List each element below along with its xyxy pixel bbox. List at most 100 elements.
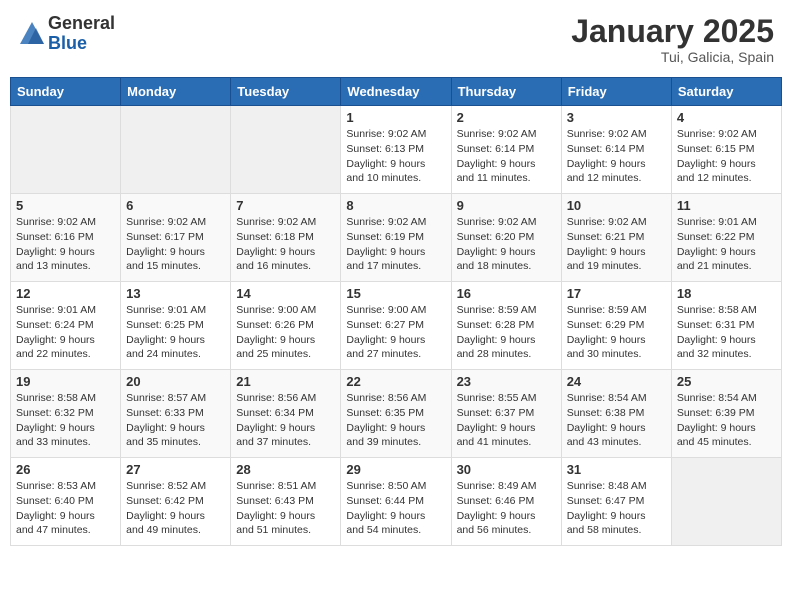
calendar-cell: 13 Sunrise: 9:01 AM Sunset: 6:25 PM Dayli… — [121, 282, 231, 370]
day-number: 23 — [457, 374, 556, 389]
logo-blue-text: Blue — [48, 34, 115, 54]
day-info: Sunrise: 9:02 AM Sunset: 6:20 PM Dayligh… — [457, 215, 556, 274]
day-info: Sunrise: 9:02 AM Sunset: 6:14 PM Dayligh… — [457, 127, 556, 186]
day-number: 31 — [567, 462, 666, 477]
day-number: 5 — [16, 198, 115, 213]
calendar-cell: 2 Sunrise: 9:02 AM Sunset: 6:14 PM Daylig… — [451, 106, 561, 194]
calendar-week-row: 5 Sunrise: 9:02 AM Sunset: 6:16 PM Daylig… — [11, 194, 782, 282]
calendar-cell: 17 Sunrise: 8:59 AM Sunset: 6:29 PM Dayli… — [561, 282, 671, 370]
calendar-cell: 16 Sunrise: 8:59 AM Sunset: 6:28 PM Dayli… — [451, 282, 561, 370]
day-info: Sunrise: 9:02 AM Sunset: 6:21 PM Dayligh… — [567, 215, 666, 274]
calendar-cell: 18 Sunrise: 8:58 AM Sunset: 6:31 PM Dayli… — [671, 282, 781, 370]
day-number: 13 — [126, 286, 225, 301]
calendar-cell: 4 Sunrise: 9:02 AM Sunset: 6:15 PM Daylig… — [671, 106, 781, 194]
calendar-cell: 22 Sunrise: 8:56 AM Sunset: 6:35 PM Dayli… — [341, 370, 451, 458]
day-info: Sunrise: 9:02 AM Sunset: 6:14 PM Dayligh… — [567, 127, 666, 186]
day-number: 1 — [346, 110, 445, 125]
day-number: 30 — [457, 462, 556, 477]
day-info: Sunrise: 8:50 AM Sunset: 6:44 PM Dayligh… — [346, 479, 445, 538]
day-number: 10 — [567, 198, 666, 213]
calendar-cell — [11, 106, 121, 194]
month-title: January 2025 — [571, 14, 774, 49]
day-info: Sunrise: 9:01 AM Sunset: 6:24 PM Dayligh… — [16, 303, 115, 362]
calendar-cell — [121, 106, 231, 194]
day-info: Sunrise: 8:53 AM Sunset: 6:40 PM Dayligh… — [16, 479, 115, 538]
calendar-week-row: 19 Sunrise: 8:58 AM Sunset: 6:32 PM Dayli… — [11, 370, 782, 458]
day-info: Sunrise: 9:01 AM Sunset: 6:25 PM Dayligh… — [126, 303, 225, 362]
calendar-cell: 20 Sunrise: 8:57 AM Sunset: 6:33 PM Dayli… — [121, 370, 231, 458]
weekday-header-tuesday: Tuesday — [231, 78, 341, 106]
calendar-cell: 26 Sunrise: 8:53 AM Sunset: 6:40 PM Dayli… — [11, 458, 121, 546]
logo-icon — [18, 20, 46, 48]
day-info: Sunrise: 8:59 AM Sunset: 6:29 PM Dayligh… — [567, 303, 666, 362]
day-number: 2 — [457, 110, 556, 125]
day-info: Sunrise: 8:58 AM Sunset: 6:31 PM Dayligh… — [677, 303, 776, 362]
weekday-header-friday: Friday — [561, 78, 671, 106]
day-info: Sunrise: 8:56 AM Sunset: 6:35 PM Dayligh… — [346, 391, 445, 450]
day-info: Sunrise: 9:01 AM Sunset: 6:22 PM Dayligh… — [677, 215, 776, 274]
day-number: 22 — [346, 374, 445, 389]
day-number: 3 — [567, 110, 666, 125]
day-info: Sunrise: 8:57 AM Sunset: 6:33 PM Dayligh… — [126, 391, 225, 450]
day-number: 12 — [16, 286, 115, 301]
day-number: 25 — [677, 374, 776, 389]
day-number: 29 — [346, 462, 445, 477]
day-number: 18 — [677, 286, 776, 301]
day-number: 4 — [677, 110, 776, 125]
day-info: Sunrise: 8:49 AM Sunset: 6:46 PM Dayligh… — [457, 479, 556, 538]
calendar-cell: 30 Sunrise: 8:49 AM Sunset: 6:46 PM Dayli… — [451, 458, 561, 546]
calendar-cell: 15 Sunrise: 9:00 AM Sunset: 6:27 PM Dayli… — [341, 282, 451, 370]
location-text: Tui, Galicia, Spain — [571, 49, 774, 65]
day-info: Sunrise: 9:02 AM Sunset: 6:15 PM Dayligh… — [677, 127, 776, 186]
day-info: Sunrise: 9:02 AM Sunset: 6:18 PM Dayligh… — [236, 215, 335, 274]
calendar-cell — [231, 106, 341, 194]
calendar-cell: 31 Sunrise: 8:48 AM Sunset: 6:47 PM Dayli… — [561, 458, 671, 546]
calendar-cell: 9 Sunrise: 9:02 AM Sunset: 6:20 PM Daylig… — [451, 194, 561, 282]
calendar-cell: 14 Sunrise: 9:00 AM Sunset: 6:26 PM Dayli… — [231, 282, 341, 370]
logo: General Blue — [18, 14, 115, 54]
day-number: 19 — [16, 374, 115, 389]
day-number: 15 — [346, 286, 445, 301]
calendar-cell: 25Sunrise: 8:54 AM Sunset: 6:39 PM Dayli… — [671, 370, 781, 458]
day-number: 6 — [126, 198, 225, 213]
weekday-header-wednesday: Wednesday — [341, 78, 451, 106]
weekday-header-sunday: Sunday — [11, 78, 121, 106]
day-number: 21 — [236, 374, 335, 389]
day-info: Sunrise: 9:02 AM Sunset: 6:17 PM Dayligh… — [126, 215, 225, 274]
calendar-cell: 6 Sunrise: 9:02 AM Sunset: 6:17 PM Daylig… — [121, 194, 231, 282]
day-number: 9 — [457, 198, 556, 213]
day-info: Sunrise: 8:52 AM Sunset: 6:42 PM Dayligh… — [126, 479, 225, 538]
calendar-cell: 8Sunrise: 9:02 AM Sunset: 6:19 PM Daylig… — [341, 194, 451, 282]
day-number: 26 — [16, 462, 115, 477]
calendar-cell: 10 Sunrise: 9:02 AM Sunset: 6:21 PM Dayli… — [561, 194, 671, 282]
day-number: 16 — [457, 286, 556, 301]
calendar-week-row: 1Sunrise: 9:02 AM Sunset: 6:13 PM Daylig… — [11, 106, 782, 194]
calendar-cell: 23 Sunrise: 8:55 AM Sunset: 6:37 PM Dayli… — [451, 370, 561, 458]
day-info: Sunrise: 9:02 AM Sunset: 6:16 PM Dayligh… — [16, 215, 115, 274]
day-info: Sunrise: 8:48 AM Sunset: 6:47 PM Dayligh… — [567, 479, 666, 538]
calendar-cell: 3 Sunrise: 9:02 AM Sunset: 6:14 PM Daylig… — [561, 106, 671, 194]
day-info: Sunrise: 8:55 AM Sunset: 6:37 PM Dayligh… — [457, 391, 556, 450]
calendar-cell: 19 Sunrise: 8:58 AM Sunset: 6:32 PM Dayli… — [11, 370, 121, 458]
calendar-cell: 27 Sunrise: 8:52 AM Sunset: 6:42 PM Dayli… — [121, 458, 231, 546]
calendar-cell: 7 Sunrise: 9:02 AM Sunset: 6:18 PM Daylig… — [231, 194, 341, 282]
day-number: 14 — [236, 286, 335, 301]
calendar-week-row: 26 Sunrise: 8:53 AM Sunset: 6:40 PM Dayli… — [11, 458, 782, 546]
day-number: 20 — [126, 374, 225, 389]
day-number: 28 — [236, 462, 335, 477]
day-info: Sunrise: 9:02 AM Sunset: 6:19 PM Dayligh… — [346, 215, 445, 274]
day-info: Sunrise: 8:59 AM Sunset: 6:28 PM Dayligh… — [457, 303, 556, 362]
day-info: Sunrise: 9:00 AM Sunset: 6:26 PM Dayligh… — [236, 303, 335, 362]
weekday-header-saturday: Saturday — [671, 78, 781, 106]
calendar-cell: 29 Sunrise: 8:50 AM Sunset: 6:44 PM Dayli… — [341, 458, 451, 546]
weekday-header-monday: Monday — [121, 78, 231, 106]
weekday-header-row: SundayMondayTuesdayWednesdayThursdayFrid… — [11, 78, 782, 106]
day-number: 24 — [567, 374, 666, 389]
page-header: General Blue January 2025 Tui, Galicia, … — [10, 10, 782, 69]
day-info: Sunrise: 8:58 AM Sunset: 6:32 PM Dayligh… — [16, 391, 115, 450]
day-number: 27 — [126, 462, 225, 477]
day-number: 17 — [567, 286, 666, 301]
day-info: Sunrise: 9:00 AM Sunset: 6:27 PM Dayligh… — [346, 303, 445, 362]
calendar-cell — [671, 458, 781, 546]
day-number: 7 — [236, 198, 335, 213]
